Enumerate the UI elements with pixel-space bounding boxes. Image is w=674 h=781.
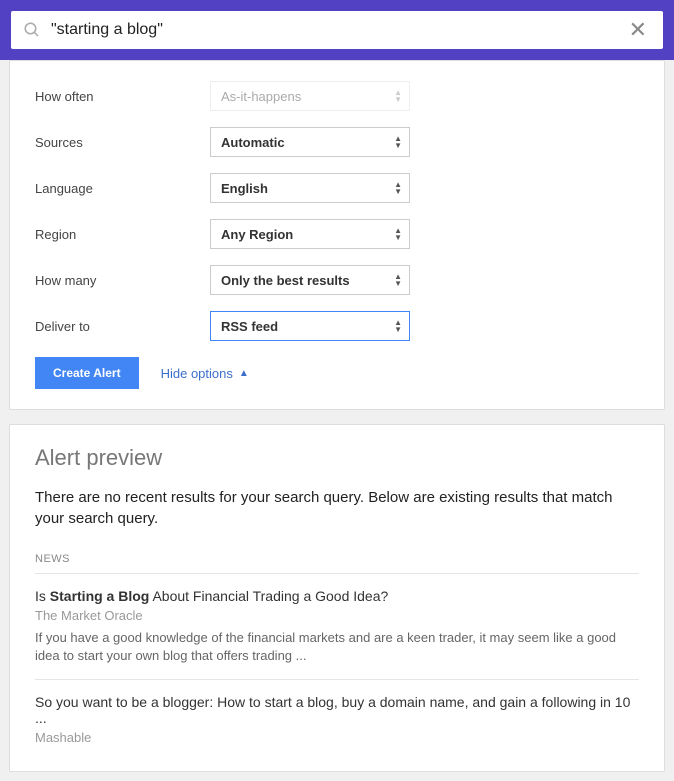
sources-label: Sources: [35, 135, 210, 150]
result-title: So you want to be a blogger: How to star…: [35, 694, 639, 726]
create-alert-button[interactable]: Create Alert: [35, 357, 139, 389]
options-card: How often As-it-happens ▲▼ Sources Autom…: [9, 60, 665, 410]
sort-arrows-icon: ▲▼: [394, 135, 402, 149]
search-input[interactable]: [51, 21, 625, 39]
header-bar: ✕: [0, 0, 674, 60]
language-select[interactable]: English ▲▼: [210, 173, 410, 203]
news-section-label: NEWS: [35, 553, 639, 574]
region-select[interactable]: Any Region ▲▼: [210, 219, 410, 249]
clear-icon[interactable]: ✕: [625, 19, 651, 41]
search-container: ✕: [11, 11, 663, 49]
hide-options-label: Hide options: [161, 366, 233, 381]
sort-arrows-icon: ▲▼: [394, 89, 402, 103]
how-often-select[interactable]: As-it-happens ▲▼: [210, 81, 410, 111]
sort-arrows-icon: ▲▼: [394, 319, 402, 333]
region-label: Region: [35, 227, 210, 242]
sort-arrows-icon: ▲▼: [394, 273, 402, 287]
sources-select[interactable]: Automatic ▲▼: [210, 127, 410, 157]
result-source: Mashable: [35, 730, 639, 745]
how-many-select[interactable]: Only the best results ▲▼: [210, 265, 410, 295]
result-title: Is Starting a Blog About Financial Tradi…: [35, 588, 639, 604]
how-many-label: How many: [35, 273, 210, 288]
result-item[interactable]: So you want to be a blogger: How to star…: [35, 694, 639, 745]
sort-arrows-icon: ▲▼: [394, 181, 402, 195]
result-item[interactable]: Is Starting a Blog About Financial Tradi…: [35, 588, 639, 680]
hide-options-toggle[interactable]: Hide options ▲: [161, 366, 249, 381]
search-icon: [23, 21, 41, 39]
deliver-to-select[interactable]: RSS feed ▲▼: [210, 311, 410, 341]
preview-card: Alert preview There are no recent result…: [9, 424, 665, 772]
deliver-to-label: Deliver to: [35, 319, 210, 334]
how-often-label: How often: [35, 89, 210, 104]
sort-arrows-icon: ▲▼: [394, 227, 402, 241]
language-label: Language: [35, 181, 210, 196]
caret-up-icon: ▲: [239, 368, 249, 379]
result-source: The Market Oracle: [35, 608, 639, 623]
result-snippet: If you have a good knowledge of the fina…: [35, 629, 639, 665]
preview-message: There are no recent results for your sea…: [35, 487, 639, 529]
preview-title: Alert preview: [35, 445, 639, 471]
